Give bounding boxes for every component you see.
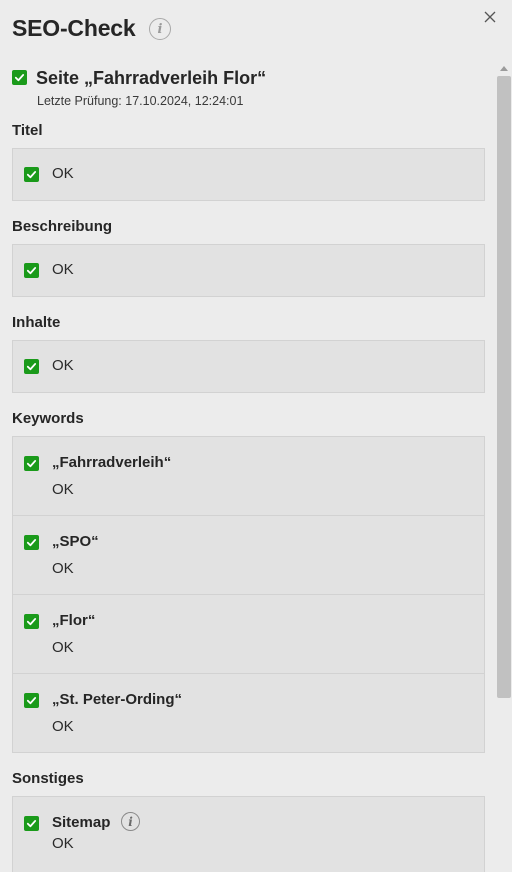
keyword-name: „Flor“: [52, 612, 96, 629]
keyword-name: „Fahrradverleih“: [52, 454, 172, 471]
scroll-up-arrow-icon[interactable]: [500, 66, 508, 71]
page-title: Seite „Fahrradverleih Flor“: [36, 68, 267, 88]
status-text: OK: [52, 165, 74, 182]
info-icon[interactable]: i: [121, 812, 140, 831]
check-icon: [24, 816, 39, 831]
last-check-timestamp: Letzte Prüfung: 17.10.2024, 12:24:01: [37, 94, 244, 108]
section-title-titel: Titel: [12, 122, 43, 139]
check-icon: [24, 535, 39, 550]
scroll-thumb[interactable]: [497, 76, 511, 698]
sitemap-label: Sitemap: [52, 814, 111, 831]
status-text: OK: [52, 261, 74, 278]
section-title-sonstiges: Sonstiges: [12, 770, 84, 787]
result-box-keywords: „Fahrradverleih“ OK „SPO“ OK „Flor“ OK „…: [12, 436, 485, 753]
keyword-row: „Flor“ OK: [13, 595, 484, 674]
panel-title: SEO-Check: [12, 15, 136, 41]
check-icon: [12, 70, 27, 85]
section-title-inhalte: Inhalte: [12, 314, 61, 331]
check-icon: [24, 693, 39, 708]
status-text: OK: [52, 560, 74, 577]
keyword-name: „SPO“: [52, 533, 99, 550]
keyword-name: „St. Peter-Ording“: [52, 691, 183, 708]
status-text: OK: [52, 639, 74, 656]
check-icon: [24, 263, 39, 278]
seo-check-panel: SEO-Check i Seite „Fahrradverleih Flor“ …: [0, 0, 512, 872]
scrollbar[interactable]: [496, 60, 512, 872]
result-box-inhalte: OK: [12, 340, 485, 393]
keyword-row: „SPO“ OK: [13, 516, 484, 595]
check-icon: [24, 456, 39, 471]
status-text: OK: [52, 835, 74, 852]
close-icon: [484, 11, 496, 23]
section-title-keywords: Keywords: [12, 410, 84, 427]
check-icon: [24, 167, 39, 182]
check-icon: [24, 359, 39, 374]
result-box-titel: OK: [12, 148, 485, 201]
section-title-beschreibung: Beschreibung: [12, 218, 113, 235]
status-text: OK: [52, 718, 74, 735]
result-box-sonstiges: Sitemap i OK: [12, 796, 485, 872]
keyword-row: „Fahrradverleih“ OK: [13, 437, 484, 516]
status-text: OK: [52, 357, 74, 374]
result-box-beschreibung: OK: [12, 244, 485, 297]
keyword-row: „St. Peter-Ording“ OK: [13, 674, 484, 753]
close-button[interactable]: [480, 7, 500, 27]
results-scroll-area[interactable]: Seite „Fahrradverleih Flor“ Letzte Prüfu…: [0, 60, 496, 872]
info-icon[interactable]: i: [149, 18, 171, 40]
check-icon: [24, 614, 39, 629]
status-text: OK: [52, 481, 74, 498]
